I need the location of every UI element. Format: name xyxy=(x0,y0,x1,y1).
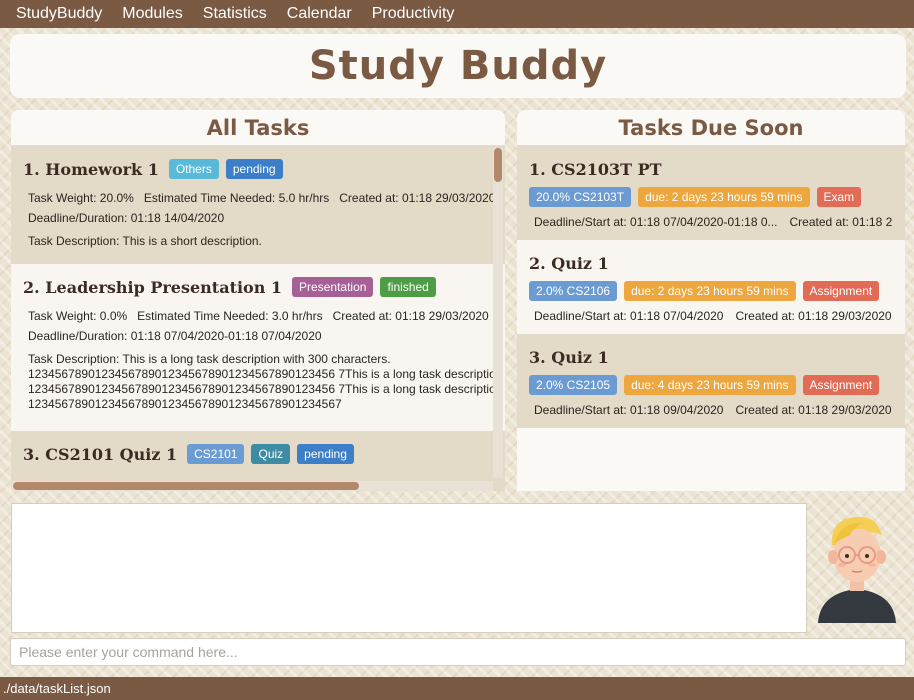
task-title: 1. Homework 1 xyxy=(23,159,159,179)
all-tasks-list[interactable]: 1. Homework 1 Others pending Task Weight… xyxy=(11,146,505,491)
avatar xyxy=(812,505,902,625)
avatar-illustration xyxy=(818,516,896,623)
tag-module: CS2101 xyxy=(187,444,245,464)
data-file-path: ./data/taskList.json xyxy=(3,681,111,696)
title-panel: Study Buddy xyxy=(10,34,906,98)
menu-bar: StudyBuddy Modules Statistics Calendar P… xyxy=(0,0,914,28)
tag-weight-module: 2.0% CS2105 xyxy=(529,375,618,395)
task-description-line: 1234567890123456789012345678901234567890… xyxy=(28,382,493,396)
task-deadline: Deadline/Start at: 01:18 07/04/2020-01:1… xyxy=(534,215,778,229)
menu-modules[interactable]: Modules xyxy=(112,0,192,28)
task-title: 2. Leadership Presentation 1 xyxy=(23,277,283,297)
task-title: 2. Quiz 1 xyxy=(529,253,609,273)
all-tasks-header: All Tasks xyxy=(11,110,505,146)
due-task-card[interactable]: 3. Quiz 1 2.0% CS2105 due: 4 days 23 hou… xyxy=(517,334,905,428)
task-card[interactable]: 2. Leadership Presentation 1 Presentatio… xyxy=(11,264,505,431)
tag-due: due: 2 days 23 hours 59 mins xyxy=(624,281,796,301)
task-deadline: Deadline/Duration: 01:18 14/04/2020 xyxy=(28,211,225,225)
task-title: 3. Quiz 1 xyxy=(529,347,609,367)
menu-calendar[interactable]: Calendar xyxy=(277,0,362,28)
task-description: Task Description: This is a short descri… xyxy=(28,234,262,248)
tag-status: pending xyxy=(297,444,354,464)
menu-studybuddy[interactable]: StudyBuddy xyxy=(6,0,112,28)
due-task-card[interactable]: 2. Quiz 1 2.0% CS2106 due: 2 days 23 hou… xyxy=(517,240,905,334)
all-tasks-panel: All Tasks 1. Homework 1 Others pending T… xyxy=(11,110,505,491)
due-soon-list[interactable]: 1. CS2103T PT 20.0% CS2103T due: 2 days … xyxy=(517,146,905,491)
task-description-line: 1234567890123456789012345678901234567890… xyxy=(28,397,342,411)
task-weight: Task Weight: 0.0% xyxy=(28,309,128,323)
horizontal-scrollbar[interactable] xyxy=(11,481,493,491)
menu-productivity[interactable]: Productivity xyxy=(362,0,465,28)
result-display[interactable] xyxy=(11,503,807,633)
task-time-needed: Estimated Time Needed: 5.0 hr/hrs xyxy=(143,191,330,205)
task-created: Created at: 01:18 29/03/2020 xyxy=(332,309,489,323)
task-deadline: Deadline/Duration: 01:18 07/04/2020-01:1… xyxy=(28,329,322,343)
tag-status: pending xyxy=(225,159,283,179)
task-weight: Task Weight: 20.0% xyxy=(28,191,134,205)
app-title: Study Buddy xyxy=(308,43,608,89)
tag-category: Presentation xyxy=(292,277,374,297)
tag-category: Quiz xyxy=(251,444,291,464)
tag-category: Assignment xyxy=(802,375,880,395)
status-bar: ./data/taskList.json xyxy=(0,677,914,700)
task-description-line: 1234567890123456789012345678901234567890… xyxy=(28,367,493,381)
task-created: Created at: 01:18 29/03/2020 xyxy=(735,309,892,323)
tag-weight-module: 20.0% CS2103T xyxy=(529,187,632,207)
scrollbar-thumb[interactable] xyxy=(494,148,502,182)
task-deadline: Deadline/Start at: 01:18 07/04/2020 xyxy=(534,309,724,323)
tag-due: due: 2 days 23 hours 59 mins xyxy=(638,187,810,207)
task-title: 1. CS2103T PT xyxy=(529,159,662,179)
due-soon-header: Tasks Due Soon xyxy=(517,110,905,146)
task-created: Created at: 01:18 2... xyxy=(789,215,893,229)
due-soon-panel: Tasks Due Soon 1. CS2103T PT 20.0% CS210… xyxy=(517,110,905,491)
task-title: 3. CS2101 Quiz 1 xyxy=(23,444,178,464)
task-time-needed: Estimated Time Needed: 3.0 hr/hrs xyxy=(137,309,323,323)
task-deadline: Deadline/Start at: 01:18 09/04/2020 xyxy=(534,403,724,417)
scrollbar-thumb[interactable] xyxy=(13,482,359,490)
task-created: Created at: 01:18 29/03/2020 xyxy=(735,403,892,417)
menu-statistics[interactable]: Statistics xyxy=(193,0,277,28)
task-card[interactable]: 1. Homework 1 Others pending Task Weight… xyxy=(11,146,505,264)
task-description: Task Description: This is a long task de… xyxy=(28,352,391,366)
tag-category: Exam xyxy=(816,187,862,207)
tag-category: Assignment xyxy=(802,281,880,301)
task-created: Created at: 01:18 29/03/2020 xyxy=(339,191,493,205)
due-task-card[interactable]: 1. CS2103T PT 20.0% CS2103T due: 2 days … xyxy=(517,146,905,240)
tag-weight-module: 2.0% CS2106 xyxy=(529,281,618,301)
command-input[interactable] xyxy=(10,638,906,666)
vertical-scrollbar[interactable] xyxy=(493,148,503,478)
tag-due: due: 4 days 23 hours 59 mins xyxy=(624,375,796,395)
tag-status: finished xyxy=(380,277,436,297)
tag-category: Others xyxy=(168,159,219,179)
